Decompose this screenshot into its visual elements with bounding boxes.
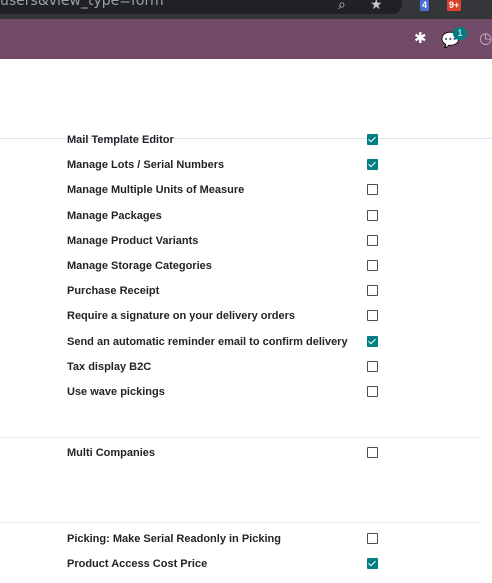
- extension-badge-2[interactable]: 9+: [447, 0, 462, 11]
- search-icon[interactable]: ⌕: [338, 0, 346, 13]
- address-bar[interactable]: users&view_type=form ⌕ ★: [0, 0, 402, 14]
- setting-label: Manage Storage Categories: [67, 260, 212, 272]
- setting-label: Mail Template Editor: [67, 134, 174, 146]
- setting-row: Mail Template Editor: [67, 130, 387, 150]
- setting-label: Manage Multiple Units of Measure: [67, 184, 245, 197]
- bookmark-star-icon[interactable]: ★: [370, 0, 383, 13]
- setting-checkbox[interactable]: [367, 386, 378, 397]
- setting-label: Send an automatic reminder email to conf…: [67, 335, 348, 348]
- setting-row: Require a signature on your delivery ord…: [67, 306, 387, 326]
- top-navbar: ✱ 💬 1 ◷: [0, 19, 492, 59]
- bug-icon[interactable]: ✱: [414, 29, 427, 47]
- setting-checkbox[interactable]: [367, 134, 378, 145]
- setting-checkbox[interactable]: [367, 360, 378, 372]
- section-divider: [0, 522, 480, 523]
- setting-label: Picking: Make Serial Readonly in Picking: [67, 533, 281, 545]
- setting-row: Tax display B2C: [67, 357, 387, 377]
- setting-checkbox[interactable]: [367, 558, 378, 569]
- setting-row: Manage Lots / Serial Numbers: [67, 155, 387, 175]
- setting-row: Multi Companies: [67, 443, 387, 463]
- setting-checkbox[interactable]: [367, 209, 378, 221]
- setting-label: Manage Product Variants: [67, 234, 199, 247]
- setting-checkbox[interactable]: [367, 159, 378, 171]
- setting-checkbox[interactable]: [367, 234, 378, 246]
- setting-row: Manage Multiple Units of Measure: [67, 180, 387, 200]
- setting-checkbox[interactable]: [367, 310, 378, 322]
- setting-label: Manage Packages: [67, 209, 162, 222]
- setting-row: Purchase Receipt: [67, 281, 387, 301]
- setting-label: Product Access Cost Price: [67, 558, 208, 570]
- setting-label: Tax display B2C: [67, 360, 152, 373]
- setting-checkbox[interactable]: [367, 447, 378, 458]
- setting-label: Use wave pickings: [67, 386, 165, 398]
- setting-row: Send an automatic reminder email to conf…: [67, 332, 387, 352]
- setting-row: Product Access Cost Price: [67, 554, 387, 574]
- extension-badge-1[interactable]: 4: [420, 0, 430, 11]
- section-divider: [0, 437, 480, 438]
- chat-counter-badge: 1: [453, 27, 467, 40]
- setting-checkbox[interactable]: [367, 285, 378, 297]
- activity-clock-icon[interactable]: ◷: [479, 29, 492, 47]
- setting-checkbox[interactable]: [367, 335, 378, 347]
- setting-row: Manage Packages: [67, 206, 387, 226]
- url-text: users&view_type=form: [0, 0, 164, 9]
- setting-label: Multi Companies: [67, 447, 156, 459]
- setting-checkbox[interactable]: [367, 533, 378, 544]
- setting-label: Purchase Receipt: [67, 285, 160, 298]
- setting-row: Manage Storage Categories: [67, 256, 387, 276]
- setting-checkbox[interactable]: [367, 260, 378, 271]
- browser-toolbar: users&view_type=form ⌕ ★ 4 9+: [0, 0, 492, 19]
- setting-checkbox[interactable]: [367, 184, 378, 196]
- setting-row: Manage Product Variants: [67, 231, 387, 251]
- setting-row: Use wave pickings: [67, 382, 387, 402]
- setting-row: Picking: Make Serial Readonly in Picking: [67, 529, 387, 549]
- setting-label: Require a signature on your delivery ord…: [67, 310, 296, 323]
- setting-label: Manage Lots / Serial Numbers: [67, 159, 225, 172]
